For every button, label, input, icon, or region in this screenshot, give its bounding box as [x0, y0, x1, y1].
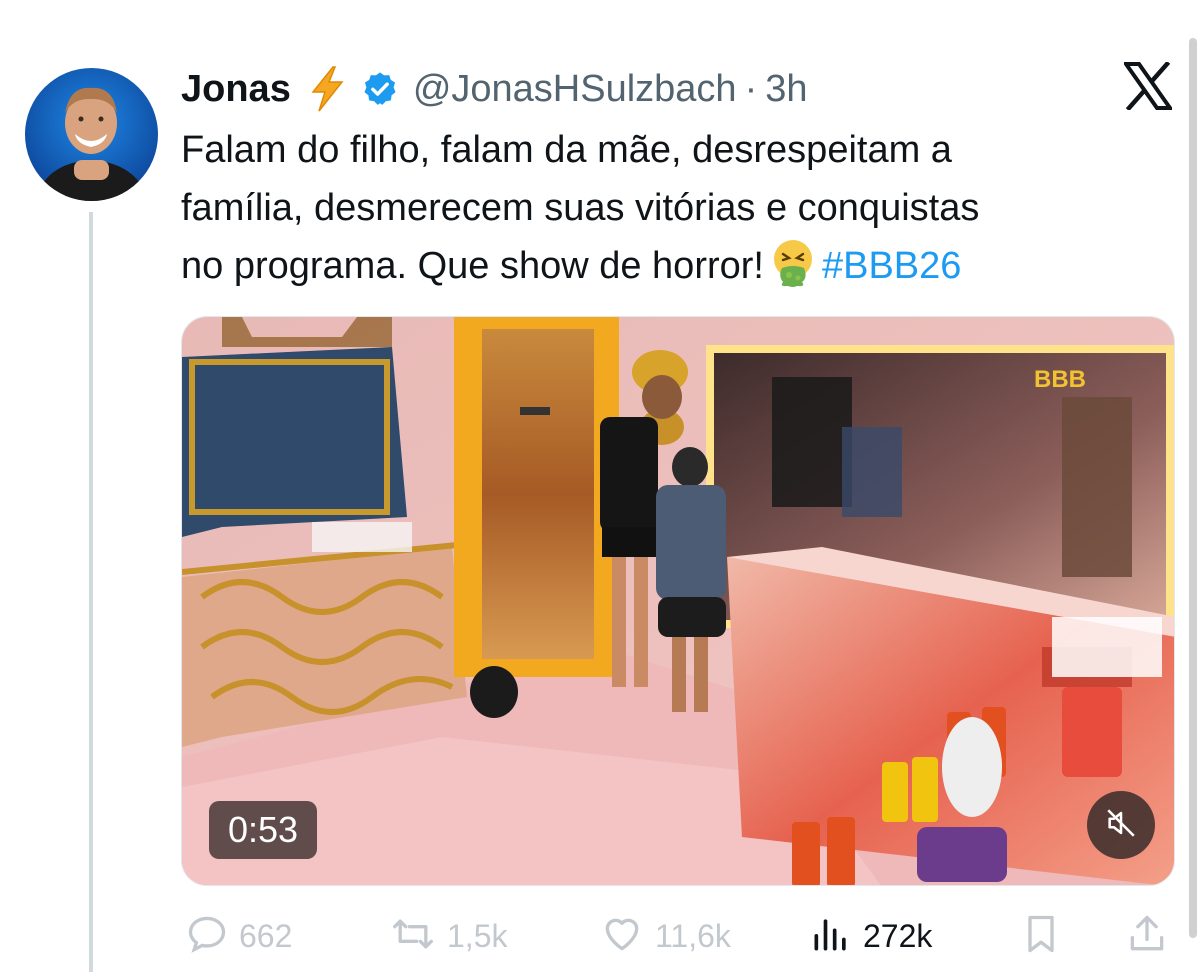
user-handle[interactable]: @JonasHSulzbach: [413, 68, 737, 111]
thread-line: [89, 212, 93, 972]
reply-button[interactable]: 662: [185, 910, 292, 962]
retweet-icon: [389, 912, 437, 961]
scrollbar[interactable]: [1186, 0, 1200, 965]
avatar[interactable]: [25, 68, 158, 201]
tweet-text: Falam do filho, falam da mãe, desrespeit…: [181, 121, 1151, 305]
heart-icon: [599, 912, 645, 961]
video-frame: BBB: [182, 317, 1174, 885]
video-duration: 0:53: [209, 801, 317, 859]
view-count: 272k: [863, 917, 933, 954]
bookmark-icon: [1019, 912, 1063, 961]
verified-badge-icon[interactable]: [361, 70, 399, 108]
reply-icon: [185, 912, 229, 961]
share-icon: [1125, 912, 1169, 961]
share-button[interactable]: [1125, 910, 1169, 962]
like-count: 11,6k: [655, 917, 731, 954]
timestamp[interactable]: 3h: [765, 68, 807, 111]
tweet-text-line: Falam do filho, falam da mãe, desrespeit…: [181, 129, 952, 171]
like-button[interactable]: 11,6k: [599, 910, 731, 962]
retweet-count: 1,5k: [447, 917, 508, 954]
bookmark-button[interactable]: [1019, 910, 1063, 962]
reply-count: 662: [239, 917, 293, 954]
views-bar-icon: [809, 912, 853, 961]
tweet-header: Jonas @JonasHSulzbach · 3h: [181, 63, 808, 115]
mute-button[interactable]: [1087, 791, 1155, 859]
retweet-button[interactable]: 1,5k: [389, 910, 507, 962]
action-bar: 662 1,5k 11,6k 272k: [181, 910, 1171, 962]
tweet-text-line-3: no programa. Que show de horror! #BBB26: [181, 237, 1151, 305]
separator-dot: ·: [744, 67, 758, 110]
video-player[interactable]: BBB 0:53: [181, 316, 1175, 886]
hashtag-link[interactable]: #BBB26: [822, 245, 961, 287]
tweet-text-line: família, desmerecem suas vitórias e conq…: [181, 187, 980, 229]
vomiting-face-emoji: [770, 238, 816, 305]
tweet-text-line: no programa. Que show de horror!: [181, 245, 764, 287]
scrollbar-thumb[interactable]: [1189, 38, 1197, 938]
muted-speaker-icon: [1104, 806, 1138, 845]
x-logo-icon: [1122, 60, 1174, 112]
display-name[interactable]: Jonas: [181, 68, 291, 111]
lightning-bolt-icon: [307, 66, 347, 112]
bbb-watermark: BBB: [1034, 366, 1086, 393]
views-button[interactable]: 272k: [809, 910, 932, 962]
